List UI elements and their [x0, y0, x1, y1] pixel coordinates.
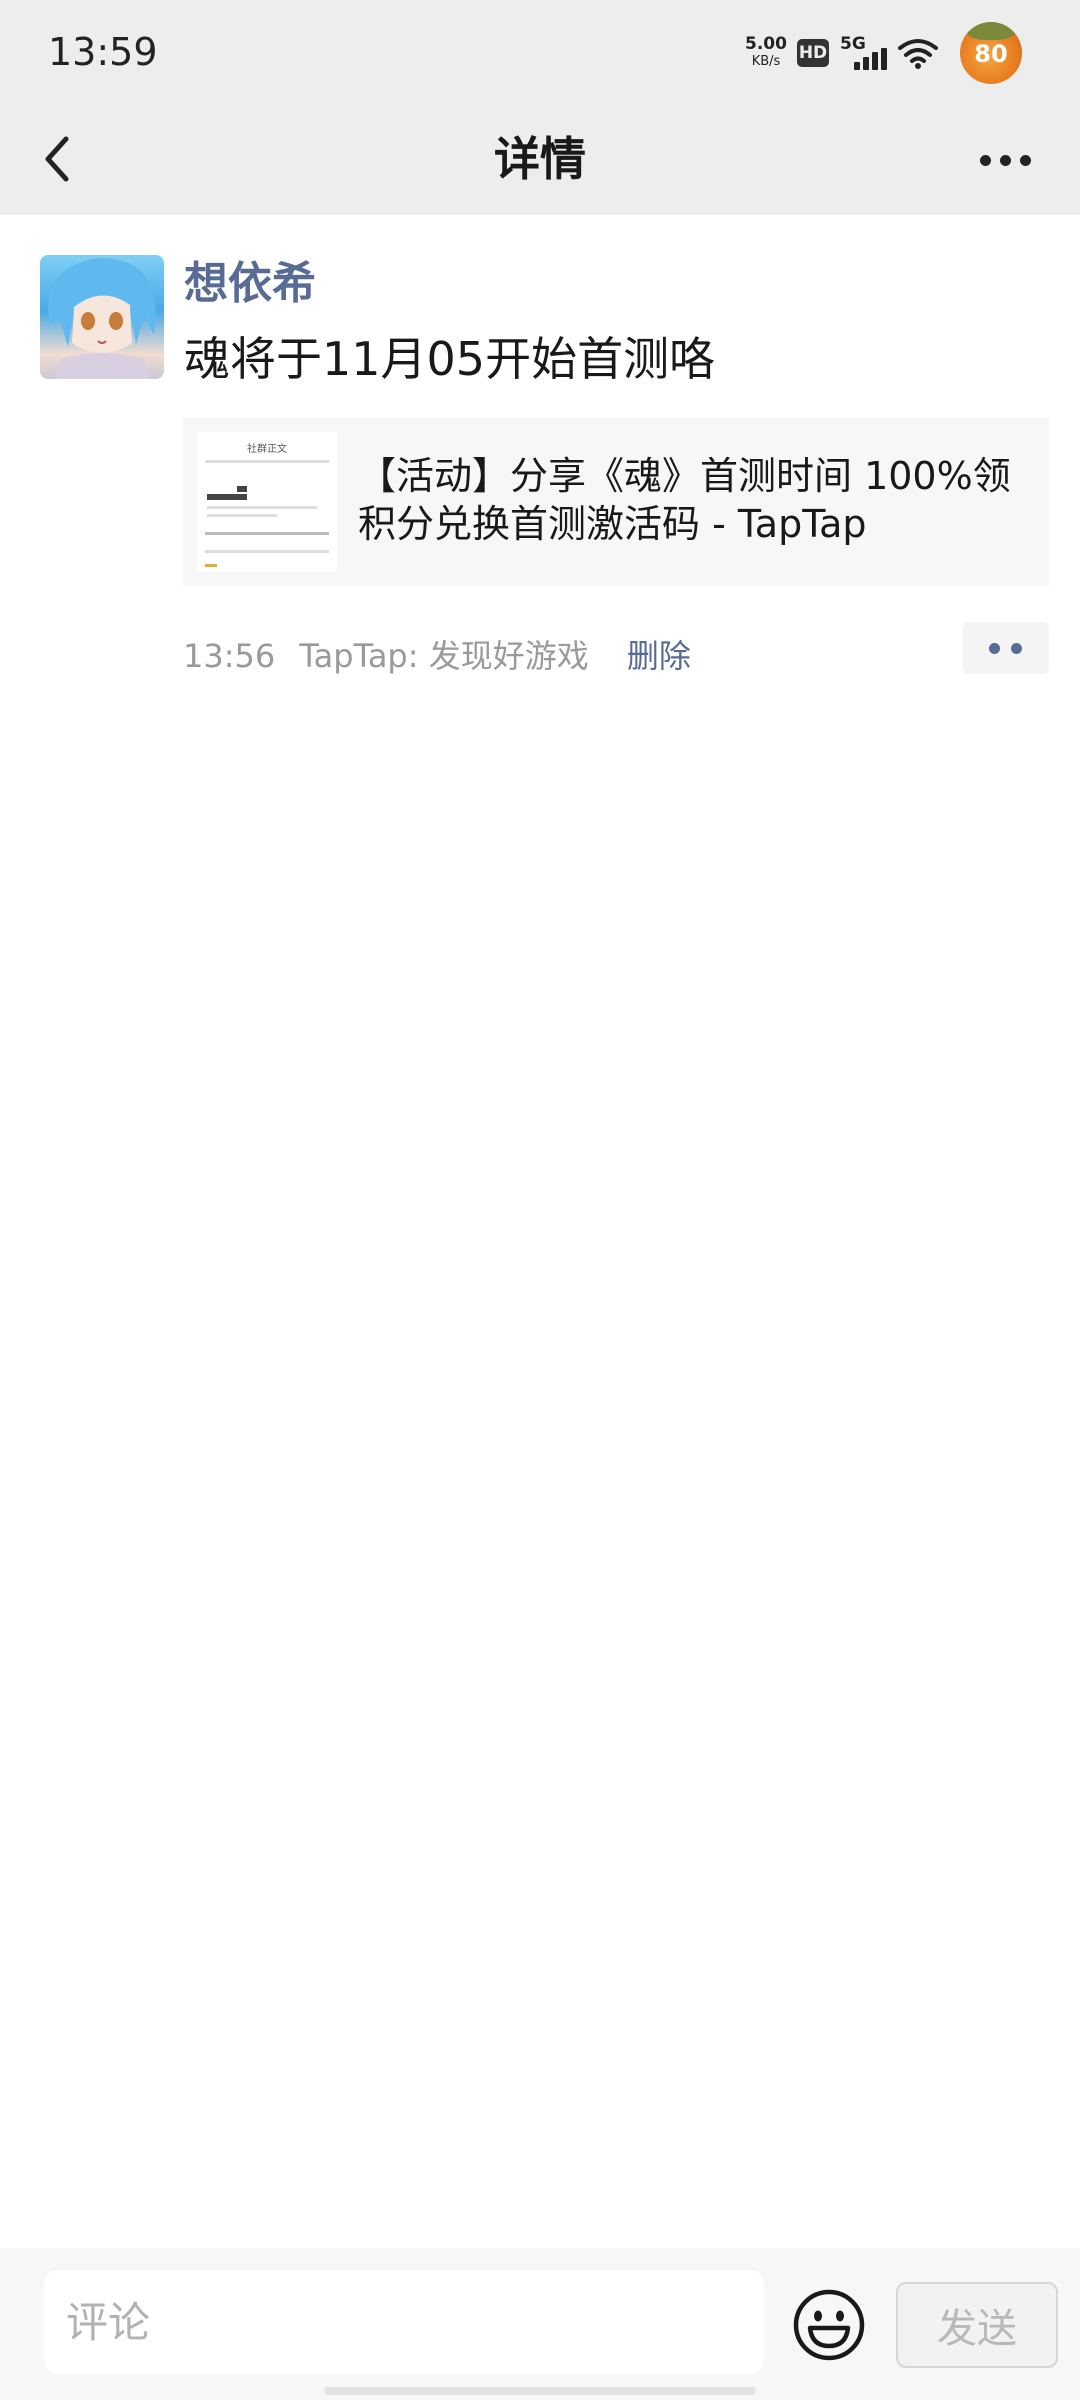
author-name[interactable]: 想依希: [184, 254, 316, 314]
hd-icon: HD: [797, 39, 829, 67]
battery-avatar-icon: 80: [960, 22, 1022, 84]
battery-level: 80: [974, 40, 1008, 68]
delete-button[interactable]: 删除: [627, 637, 691, 675]
page-title: 详情: [494, 132, 586, 186]
smiley-icon: [793, 2289, 865, 2361]
network-speed-value: 5.00: [745, 34, 787, 54]
home-indicator[interactable]: [324, 2387, 756, 2395]
nav-bar: 详情: [0, 105, 1080, 215]
comment-like-button[interactable]: [963, 622, 1049, 674]
more-dots-icon: [980, 155, 991, 166]
comment-input[interactable]: [44, 2270, 764, 2374]
status-bar: 13:59 5.00 KB/s HD 5G 80: [0, 0, 1080, 105]
link-title: 【活动】分享《魂》首测时间 100%领积分兑换首测激活码 - TapTap: [358, 454, 1011, 546]
avatar[interactable]: [40, 255, 164, 379]
link-thumbnail: 社群正文: [197, 432, 337, 572]
network-speed: 5.00 KB/s: [742, 34, 790, 69]
signal-icon: 5G: [840, 36, 888, 72]
network-type-label: 5G: [840, 34, 866, 54]
status-time: 13:59: [48, 30, 158, 74]
wifi-icon: [898, 39, 938, 69]
post-source[interactable]: TapTap: 发现好游戏: [299, 637, 588, 675]
post-time: 13:56: [183, 637, 276, 675]
dots-icon: [989, 643, 1000, 654]
link-card[interactable]: 社群正文 【活动】分享《魂》首测时间 100%领积分兑换首测激活码 - TapT…: [183, 418, 1049, 586]
thumbnail-title: 社群正文: [247, 444, 287, 455]
more-button[interactable]: [970, 127, 1040, 191]
comment-bar: 发送: [0, 2248, 1080, 2400]
post-text: 魂将于11月05开始首测咯: [184, 332, 716, 386]
send-button[interactable]: 发送: [896, 2282, 1058, 2368]
emoji-button[interactable]: [792, 2288, 866, 2362]
network-speed-unit: KB/s: [751, 54, 781, 69]
post-meta: 13:56 TapTap: 发现好游戏 删除: [183, 628, 691, 684]
